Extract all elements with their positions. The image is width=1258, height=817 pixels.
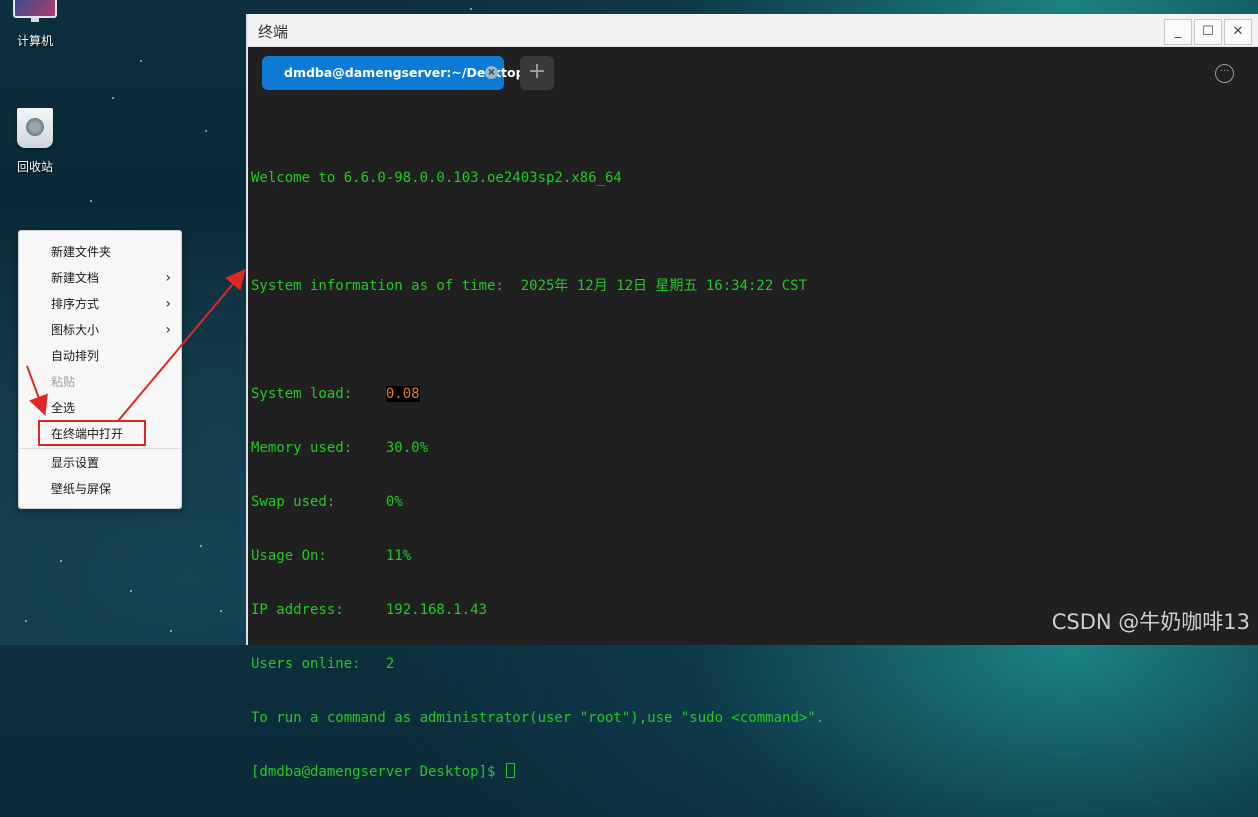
chevron-right-icon: › bbox=[165, 270, 171, 286]
menu-item-label: 排序方式 bbox=[51, 297, 100, 311]
menu-item-label: 自动排列 bbox=[51, 349, 100, 363]
add-tab-button[interactable]: + bbox=[520, 56, 554, 90]
annotation-highlight-box bbox=[38, 420, 146, 446]
computer-icon bbox=[13, 0, 57, 22]
terminal-line: IP address: 192.168.1.43 bbox=[251, 602, 488, 618]
desktop-context-menu: 新建文件夹 新建文档 › 排序方式 › 图标大小 › 自动排列 粘贴 全选 在终端中打… bbox=[18, 230, 182, 509]
terminal-line: Memory used: 30.0% bbox=[251, 440, 429, 456]
desktop-icon-trash[interactable]: 回收站 bbox=[0, 108, 70, 175]
close-tab-icon[interactable]: × bbox=[485, 66, 498, 79]
menu-divider bbox=[19, 448, 181, 449]
menu-item-label: 新建文件夹 bbox=[51, 245, 112, 259]
terminal-line-load: System load: 0.08 bbox=[251, 385, 824, 403]
terminal-line: Welcome to 6.6.0-98.0.0.103.oe2403sp2.x8… bbox=[251, 170, 622, 186]
menu-item-icon-size[interactable]: 图标大小 › bbox=[19, 317, 181, 343]
terminal-line: Users online: 2 bbox=[251, 656, 395, 672]
chevron-right-icon: › bbox=[165, 322, 171, 338]
load-label: System load: bbox=[251, 386, 386, 402]
terminal-prompt-line[interactable]: [dmdba@damengserver Desktop]$ bbox=[251, 763, 824, 781]
menu-item-label: 图标大小 bbox=[51, 323, 100, 337]
menu-item-sort-by[interactable]: 排序方式 › bbox=[19, 291, 181, 317]
menu-item-auto-arrange[interactable]: 自动排列 bbox=[19, 343, 181, 369]
terminal-line: System information as of time: 2025年 12月… bbox=[251, 278, 808, 294]
terminal-line: To run a command as administrator(user "… bbox=[251, 710, 825, 726]
shell-prompt: [dmdba@damengserver Desktop]$ bbox=[251, 764, 504, 780]
menu-item-display-settings[interactable]: 显示设置 bbox=[19, 450, 181, 476]
menu-item-select-all[interactable]: 全选 bbox=[19, 395, 181, 421]
menu-item-label: 壁纸与屏保 bbox=[51, 482, 112, 496]
window-controls: _ ☐ ✕ bbox=[1162, 19, 1252, 45]
menu-item-label: 全选 bbox=[51, 401, 76, 415]
menu-item-label: 显示设置 bbox=[51, 456, 100, 470]
load-value: 0.08 bbox=[385, 386, 420, 402]
maximize-button[interactable]: ☐ bbox=[1194, 19, 1222, 45]
terminal-tab[interactable]: dmdba@damengserver:~/Desktop × bbox=[262, 56, 525, 90]
terminal-body[interactable]: dmdba@damengserver:~/Desktop × + ··· Wel… bbox=[248, 47, 1258, 780]
tab-bar: dmdba@damengserver:~/Desktop × + ··· bbox=[248, 47, 1258, 99]
watermark: CSDN @牛奶咖啡13 bbox=[1051, 610, 1250, 634]
menu-item-new-document[interactable]: 新建文档 › bbox=[19, 265, 181, 291]
window-titlebar[interactable]: 终端 _ ☐ ✕ bbox=[248, 14, 1258, 47]
menu-item-label: 粘贴 bbox=[51, 375, 76, 389]
minimize-button[interactable]: _ bbox=[1164, 19, 1192, 45]
terminal-line: Swap used: 0% bbox=[251, 494, 403, 510]
window-title: 终端 bbox=[258, 23, 289, 41]
trash-icon bbox=[17, 108, 53, 148]
more-options-icon[interactable]: ··· bbox=[1215, 64, 1234, 83]
menu-item-new-folder[interactable]: 新建文件夹 bbox=[19, 239, 181, 265]
desktop-icon-label: 计算机 bbox=[16, 34, 53, 48]
terminal-line: Usage On: 11% bbox=[251, 548, 412, 564]
desktop-icon-label: 回收站 bbox=[16, 160, 53, 174]
terminal-output[interactable]: Welcome to 6.6.0-98.0.0.103.oe2403sp2.x8… bbox=[251, 133, 824, 817]
text-cursor bbox=[505, 763, 515, 778]
desktop-icon-computer[interactable]: 计算机 bbox=[0, 0, 70, 49]
menu-item-label: 新建文档 bbox=[51, 271, 100, 285]
chevron-right-icon: › bbox=[165, 296, 171, 312]
menu-item-paste: 粘贴 bbox=[19, 369, 181, 395]
terminal-window: 终端 _ ☐ ✕ dmdba@damengserver:~/Desktop × … bbox=[246, 14, 1258, 780]
menu-item-wallpaper[interactable]: 壁纸与屏保 bbox=[19, 476, 181, 502]
close-button[interactable]: ✕ bbox=[1224, 19, 1252, 45]
